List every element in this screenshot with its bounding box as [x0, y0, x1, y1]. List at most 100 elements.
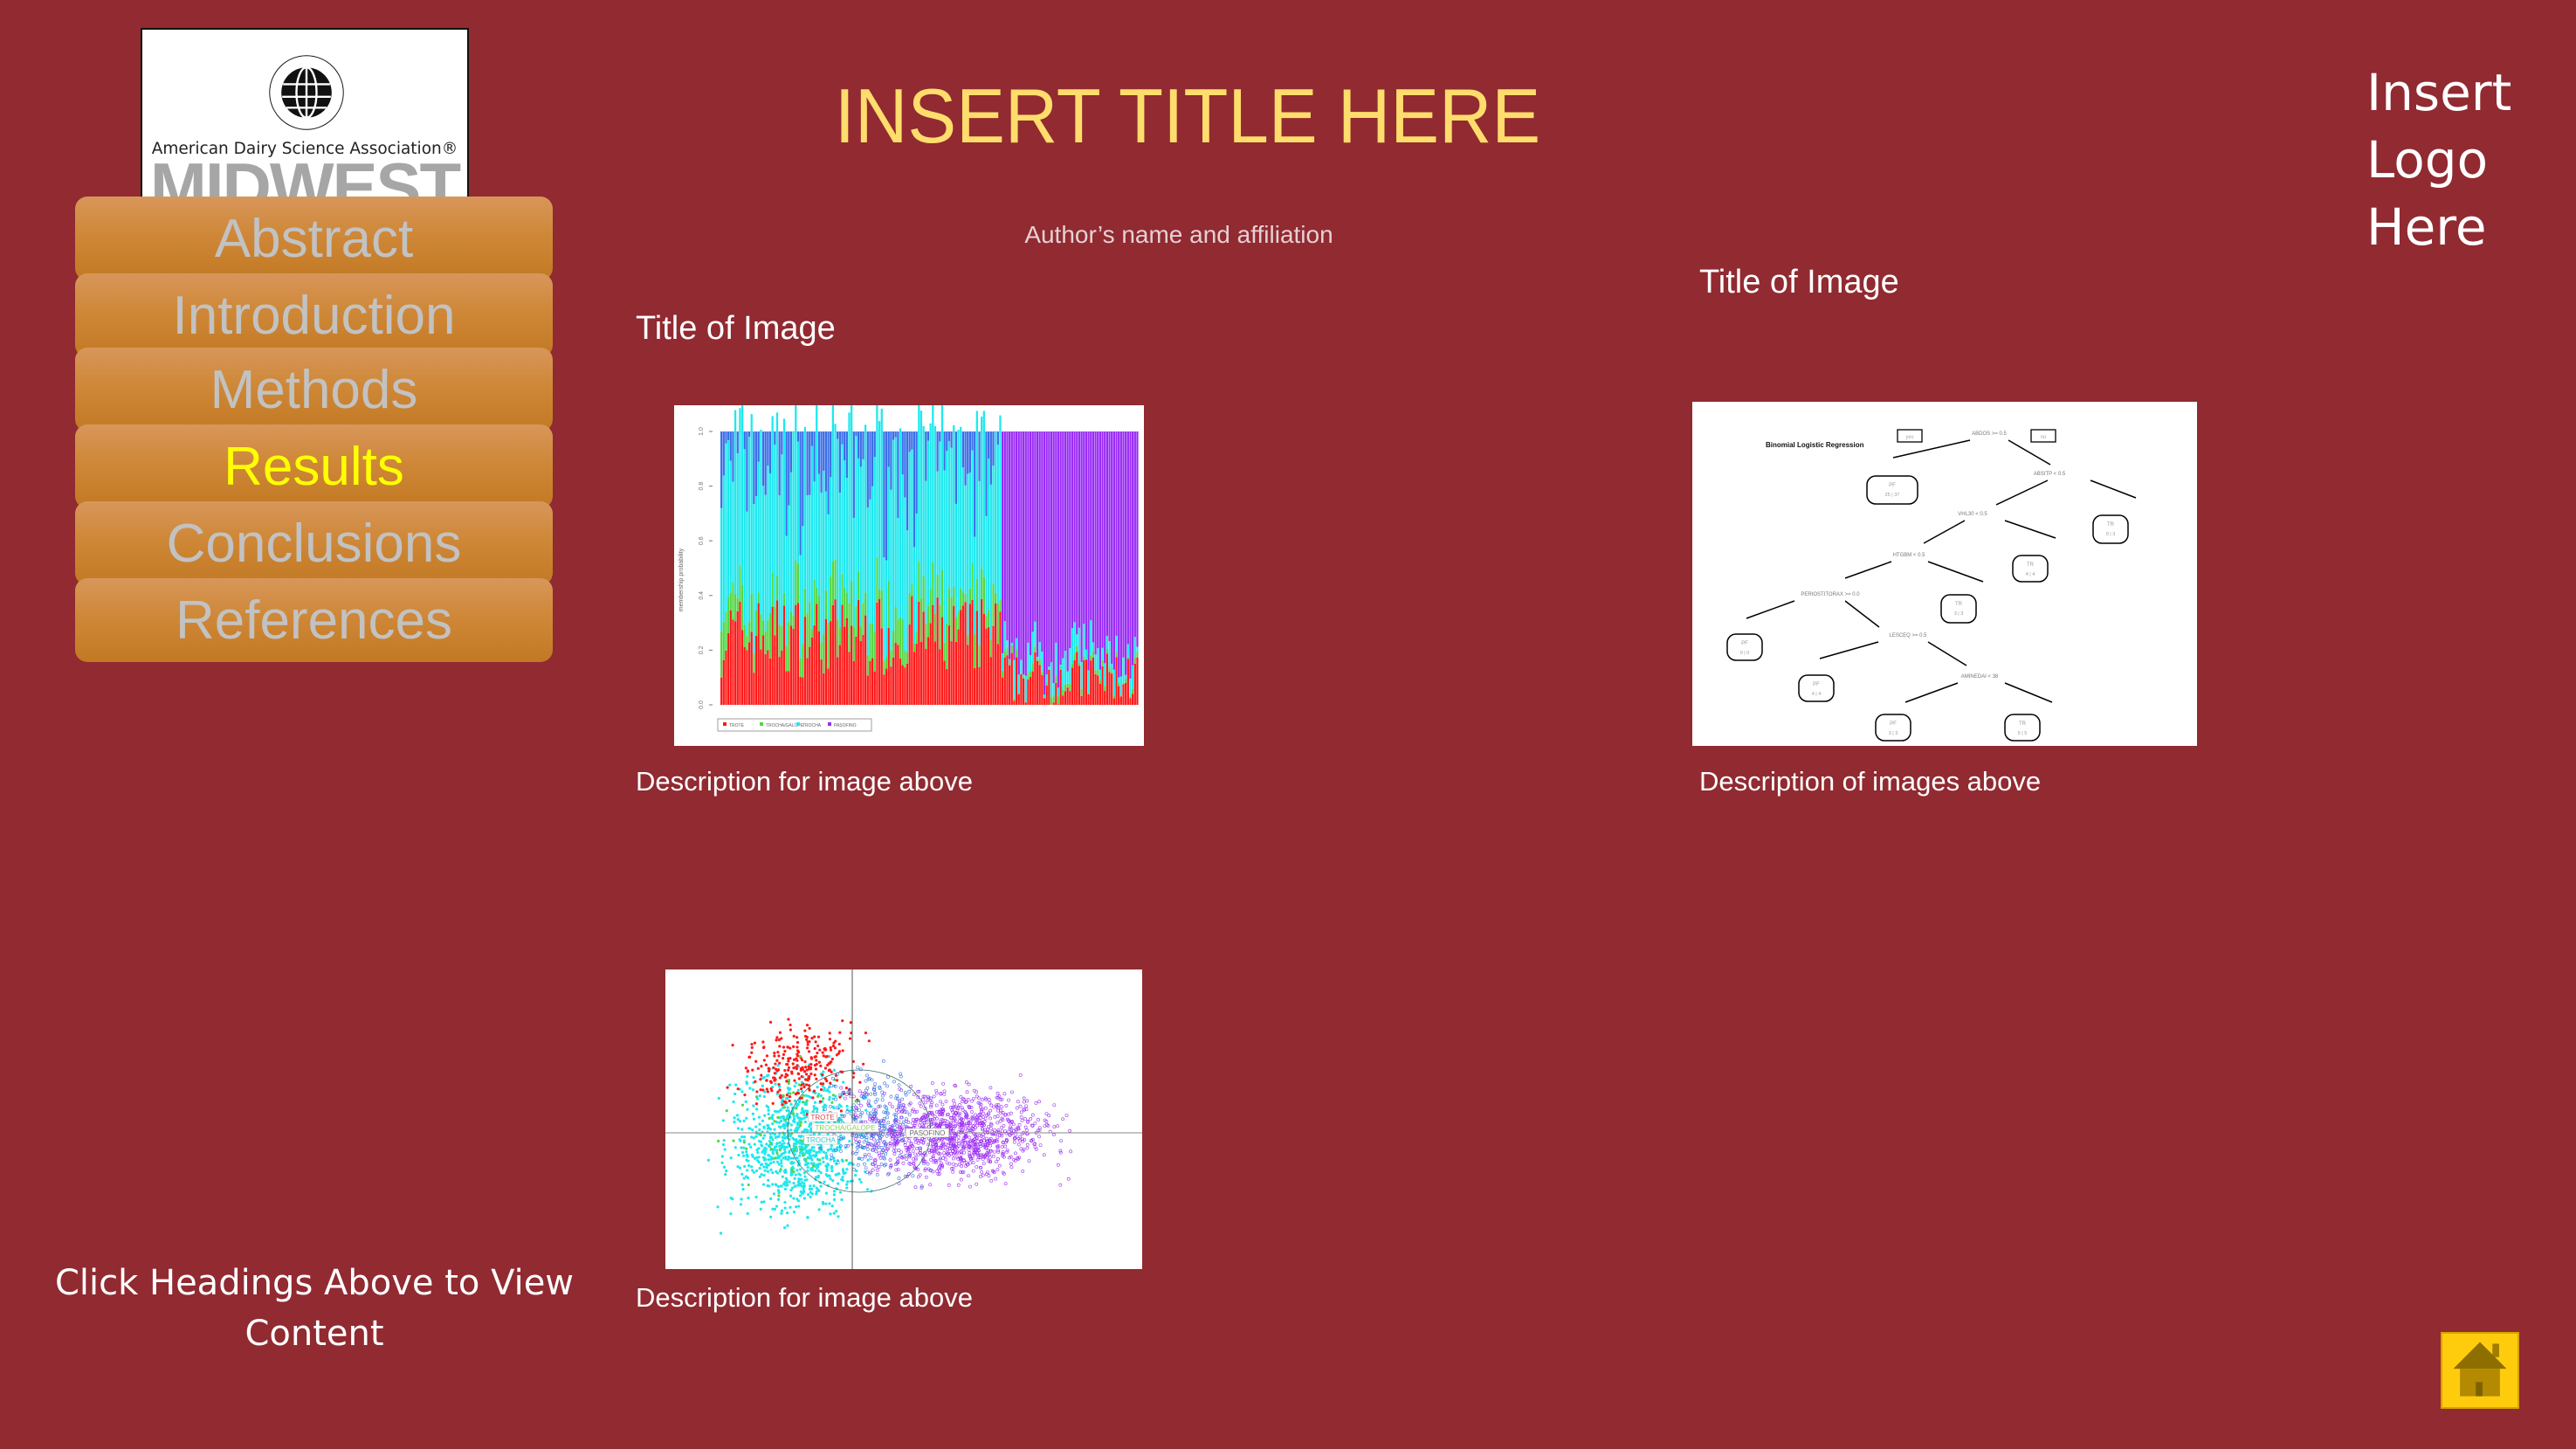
- scatter-point-pasofino: [956, 1183, 961, 1187]
- bar-segment: [813, 579, 816, 625]
- scatter-point-trocha: [792, 1161, 796, 1164]
- bar-segment: [1029, 671, 1032, 678]
- scatter-point-pasofino: [1010, 1090, 1014, 1094]
- scatter-point-pasofino: [989, 1103, 994, 1107]
- scatter-point-trote: [788, 1095, 792, 1099]
- scatter-point-trote: [800, 1087, 803, 1091]
- bar-segment: [918, 601, 920, 705]
- scatter-point-trocha: [823, 1180, 826, 1183]
- bar-segment: [754, 431, 758, 497]
- bar-segment: [1083, 431, 1085, 624]
- scatter-point-pasofino: [954, 1105, 958, 1109]
- bar-segment: [1115, 652, 1118, 658]
- scatter-point-trocha: [841, 1178, 845, 1182]
- scatter-point-trocha: [775, 1160, 780, 1163]
- scatter-point-pasofino: [953, 1101, 957, 1106]
- scatter-point-trocha: [740, 1183, 744, 1187]
- scatter-point-pasofino: [951, 1156, 955, 1161]
- scatter-point-trote: [802, 1085, 806, 1089]
- bar-segment: [1087, 693, 1090, 705]
- bar-ytick-label: 1.0: [699, 427, 705, 436]
- scatter-point-pasofino: [930, 1081, 934, 1086]
- home-button[interactable]: [2441, 1332, 2519, 1409]
- scatter-point-trocha: [781, 1135, 784, 1139]
- scatter-point-trocha: [812, 1107, 816, 1111]
- tree-leaf-class: PF: [1889, 483, 1896, 488]
- bar-segment: [1052, 683, 1055, 697]
- scatter-point-trocha: [797, 1116, 802, 1120]
- scatter-point-trote: [809, 1066, 813, 1069]
- bar-segment: [1024, 702, 1027, 705]
- scatter-point-trote: [816, 1051, 819, 1055]
- scatter-point-trote: [771, 1101, 775, 1105]
- scatter-point-trocha: [845, 1186, 849, 1190]
- nav-introduction-button[interactable]: Introduction: [75, 273, 553, 357]
- bar-segment: [1094, 654, 1097, 671]
- scatter-point-trocha: [728, 1083, 732, 1087]
- bar-segment: [918, 562, 920, 602]
- scatter-point-trocha: [767, 1108, 770, 1112]
- scatter-point-trote: [796, 1036, 799, 1039]
- scatter-point-trocha: [782, 1114, 785, 1118]
- bar-segment: [1076, 634, 1078, 646]
- nav-results-button[interactable]: Results: [75, 424, 553, 508]
- nav-references-button[interactable]: References: [75, 578, 553, 662]
- bar-segment: [859, 625, 862, 641]
- bar-segment: [1027, 679, 1030, 705]
- bar-segment: [845, 431, 848, 479]
- bar-segment: [968, 431, 972, 473]
- bar-segment: [936, 597, 939, 705]
- bar-segment: [1105, 431, 1109, 637]
- scatter-point-pasofino: [1008, 1133, 1012, 1137]
- scatter-point-trocha: [760, 1143, 763, 1147]
- bar-segment: [796, 563, 800, 604]
- scatter-point-trocha: [837, 1103, 841, 1107]
- scatter-point-trocha: [796, 1088, 800, 1092]
- scatter-point-trote: [761, 1040, 765, 1044]
- bar-segment: [1115, 635, 1118, 652]
- scatter-point-mixed: [862, 1140, 866, 1144]
- bar-segment: [799, 658, 802, 677]
- bar-segment: [837, 618, 839, 658]
- bar-segment: [873, 457, 876, 631]
- scatter-point-trote: [819, 1064, 823, 1067]
- scatter-point-trocha: [720, 1155, 724, 1158]
- scatter-point-mixed: [884, 1127, 888, 1131]
- bar-segment: [1029, 677, 1032, 705]
- scatter-point-trocha: [777, 1144, 782, 1148]
- scatter-point-trochagalope: [787, 1081, 790, 1085]
- nav-conclusions-button[interactable]: Conclusions: [75, 501, 553, 585]
- bar-segment: [747, 642, 751, 705]
- nav-methods-button[interactable]: Methods: [75, 348, 553, 431]
- scatter-point-mixed: [865, 1147, 870, 1151]
- bar-segment: [736, 452, 739, 598]
- scatter-point-trocha: [809, 1195, 812, 1199]
- bar-segment: [1126, 659, 1129, 705]
- scatter-point-mixed: [882, 1110, 886, 1114]
- scatter-point-trocha: [734, 1092, 737, 1096]
- scatter-point-pasofino: [967, 1082, 971, 1087]
- scatter-point-trote: [789, 1023, 792, 1027]
- bar-segment: [1092, 657, 1095, 705]
- bar-segment: [1064, 691, 1067, 705]
- scatter-point-mixed: [864, 1088, 868, 1093]
- bar-ytick-label: 0.6: [699, 536, 705, 545]
- tree-leaf-count: 4 | 4: [1812, 692, 1822, 697]
- tree-edge: [1923, 520, 1966, 544]
- nav-abstract-button[interactable]: Abstract: [75, 197, 553, 280]
- bar-segment: [1062, 431, 1064, 659]
- scatter-point-pasofino: [941, 1156, 945, 1160]
- scatter-point-pasofino: [943, 1154, 947, 1157]
- bar-segment: [796, 431, 800, 442]
- bar-segment: [1111, 431, 1113, 664]
- scatter-point-trochagalope: [773, 1120, 776, 1123]
- bar-segment: [974, 667, 976, 705]
- bar-segment: [926, 637, 930, 705]
- bar-segment: [747, 622, 751, 643]
- bar-segment: [806, 495, 809, 614]
- scatter-point-pasofino: [1012, 1140, 1016, 1144]
- scatter-point-trochagalope: [768, 1116, 771, 1121]
- scatter-point-trocha: [719, 1232, 723, 1235]
- scatter-point-mixed: [885, 1075, 890, 1079]
- bar-segment: [1031, 663, 1034, 672]
